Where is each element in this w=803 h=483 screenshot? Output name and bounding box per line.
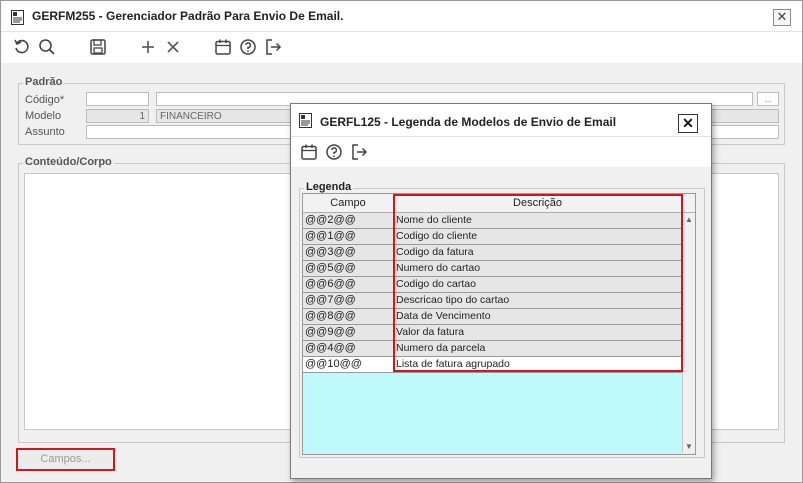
conteudo-legend: Conteúdo/Corpo bbox=[23, 156, 114, 168]
cell-descricao: Valor da fatura bbox=[396, 326, 465, 338]
table-row[interactable]: @@8@@ Data de Vencimento bbox=[303, 309, 682, 325]
legend-grid: Campo Descrição @@2@@ Nome do cliente @@1@… bbox=[302, 193, 696, 455]
campos-button[interactable]: Campos... bbox=[16, 448, 115, 471]
codigo-field[interactable] bbox=[86, 92, 149, 106]
save-icon[interactable] bbox=[89, 38, 107, 56]
exit-icon[interactable] bbox=[264, 38, 282, 56]
calendar-icon[interactable] bbox=[214, 38, 232, 56]
cell-campo: @@4@@ bbox=[305, 342, 356, 354]
dialog-title: GERFL125 - Legenda de Modelos de Envio d… bbox=[320, 115, 617, 129]
cell-campo: @@3@@ bbox=[305, 246, 356, 258]
help-icon[interactable] bbox=[239, 38, 257, 56]
title-bar: GERFM255 - Gerenciador Padrão Para Envio… bbox=[1, 1, 802, 32]
toolbar bbox=[1, 32, 802, 63]
column-header-campo[interactable]: Campo bbox=[303, 194, 394, 212]
cell-descricao: Numero da parcela bbox=[396, 342, 486, 354]
cell-descricao: Numero do cartao bbox=[396, 262, 481, 274]
close-button[interactable]: ✕ bbox=[773, 9, 791, 26]
column-divider bbox=[393, 213, 394, 373]
codigo-lookup-button[interactable]: ... bbox=[757, 92, 779, 106]
cell-descricao: Nome do cliente bbox=[396, 214, 472, 226]
scroll-up-icon[interactable]: ▲ bbox=[685, 215, 693, 224]
modelo-label: Modelo bbox=[25, 110, 62, 122]
table-row[interactable]: @@6@@ Codigo do cartao bbox=[303, 277, 682, 293]
calendar-icon[interactable] bbox=[300, 143, 318, 161]
grid-header: Campo Descrição bbox=[303, 194, 695, 213]
exit-icon[interactable] bbox=[350, 143, 368, 161]
cell-descricao: Codigo do cartao bbox=[396, 278, 476, 290]
table-row[interactable]: @@2@@ Nome do cliente bbox=[303, 213, 682, 229]
vertical-scrollbar[interactable]: ▲ ▼ bbox=[682, 213, 695, 453]
help-icon[interactable] bbox=[325, 143, 343, 161]
table-row[interactable]: @@7@@ Descricao tipo do cartao bbox=[303, 293, 682, 309]
codigo-label: Código* bbox=[25, 94, 65, 106]
dialog-toolbar bbox=[291, 137, 711, 167]
modelo-code-field: 1 bbox=[86, 109, 149, 123]
padrao-legend: Padrão bbox=[23, 76, 65, 88]
table-row[interactable]: @@10@@ Lista de fatura agrupado bbox=[303, 357, 682, 373]
dialog-close-button[interactable]: ✕ bbox=[678, 114, 698, 133]
table-row[interactable]: @@1@@ Codigo do cliente bbox=[303, 229, 682, 245]
legenda-legend: Legenda bbox=[304, 181, 354, 193]
delete-icon[interactable] bbox=[164, 38, 182, 56]
cell-campo: @@9@@ bbox=[305, 326, 356, 338]
table-row[interactable]: @@3@@ Codigo da fatura bbox=[303, 245, 682, 261]
cell-campo: @@6@@ bbox=[305, 278, 356, 290]
cell-descricao: Codigo do cliente bbox=[396, 230, 478, 242]
add-icon[interactable] bbox=[139, 38, 157, 56]
cell-descricao: Lista de fatura agrupado bbox=[396, 358, 510, 370]
table-row[interactable]: @@4@@ Numero da parcela bbox=[303, 341, 682, 357]
document-icon bbox=[299, 113, 312, 128]
undo-icon[interactable] bbox=[13, 38, 31, 56]
column-header-descricao[interactable]: Descrição bbox=[394, 194, 681, 212]
scroll-down-icon[interactable]: ▼ bbox=[685, 442, 693, 451]
cell-descricao: Data de Vencimento bbox=[396, 310, 491, 322]
window-title: GERFM255 - Gerenciador Padrão Para Envio… bbox=[32, 9, 344, 23]
cell-descricao: Descricao tipo do cartao bbox=[396, 294, 510, 306]
document-icon bbox=[11, 10, 24, 25]
grid-rows: @@2@@ Nome do cliente @@1@@ Codigo do clien… bbox=[303, 213, 682, 373]
table-row[interactable]: @@5@@ Numero do cartao bbox=[303, 261, 682, 277]
dialog-title-bar: GERFL125 - Legenda de Modelos de Envio d… bbox=[291, 104, 711, 137]
cell-descricao: Codigo da fatura bbox=[396, 246, 474, 258]
cell-campo: @@8@@ bbox=[305, 310, 356, 322]
cell-campo: @@5@@ bbox=[305, 262, 356, 274]
table-row[interactable]: @@9@@ Valor da fatura bbox=[303, 325, 682, 341]
cell-campo: @@1@@ bbox=[305, 230, 356, 242]
search-icon[interactable] bbox=[38, 38, 56, 56]
cell-campo: @@7@@ bbox=[305, 294, 356, 306]
cell-campo: @@10@@ bbox=[305, 358, 362, 370]
cell-campo: @@2@@ bbox=[305, 214, 356, 226]
assunto-label: Assunto bbox=[25, 126, 65, 138]
